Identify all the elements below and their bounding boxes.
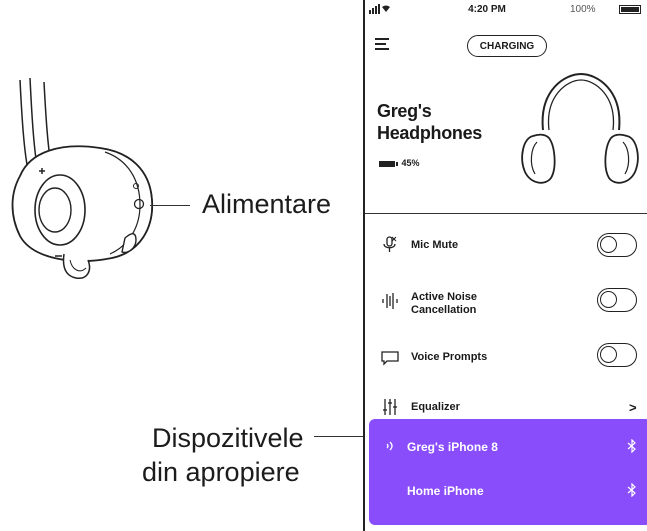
chevron-right-icon[interactable]: > [629, 400, 637, 415]
voice-prompts-toggle[interactable] [597, 343, 637, 367]
nearby-device-home-iphone[interactable]: Home iPhone [369, 479, 647, 509]
device-name-line2: Headphones [377, 123, 483, 143]
active-noise-cancellation-label-line2: Cancellation [411, 304, 477, 316]
menu-icon[interactable] [375, 38, 389, 50]
bluetooth-icon [627, 483, 636, 497]
nearby-callout-line [314, 436, 366, 437]
active-noise-cancellation-label-line1: Active Noise [411, 291, 478, 303]
speech-bubble-icon [381, 351, 399, 366]
charging-status-badge: CHARGING [467, 35, 547, 57]
noise-cancellation-icon [382, 293, 398, 309]
headset-illustration [11, 77, 154, 279]
device-battery: 45% [379, 158, 420, 168]
device-battery-icon [379, 160, 398, 167]
device-name: Greg's Headphones [377, 100, 537, 144]
equalizer-label: Equalizer [411, 401, 460, 413]
sound-wave-icon [386, 441, 393, 451]
active-noise-cancellation-label: Active Noise Cancellation [411, 291, 477, 317]
mic-mute-icon [383, 236, 397, 252]
nearby-callout-label-line2: din apropiere [142, 457, 300, 487]
headphones-image [521, 72, 639, 184]
settings-row-mic-mute[interactable]: Mic Mute [365, 226, 647, 266]
status-battery-percent: 100% [570, 4, 596, 15]
phone-screen: 4:20 PM 100% CHARGING Greg's Headphones … [363, 0, 647, 531]
device-battery-value: 45% [401, 158, 420, 168]
nearby-device-name: Greg's iPhone 8 [407, 440, 498, 454]
signal-wifi-icon [369, 4, 390, 14]
settings-row-voice-prompts[interactable]: Voice Prompts [365, 340, 647, 380]
equalizer-icon [383, 399, 397, 415]
section-divider [365, 213, 647, 214]
voice-prompts-label: Voice Prompts [411, 351, 488, 363]
nearby-callout-label-line1: Dispozitivele [152, 423, 304, 453]
power-callout-label: Alimentare [202, 189, 332, 219]
mic-mute-toggle[interactable] [597, 233, 637, 257]
status-time: 4:20 PM [468, 4, 506, 15]
status-bar: 4:20 PM 100% [365, 0, 647, 20]
power-callout-line [150, 205, 190, 206]
battery-icon [619, 5, 641, 14]
device-name-line1: Greg's [377, 101, 432, 121]
nearby-device-gregs-iphone-8[interactable]: Greg's iPhone 8 [369, 436, 647, 466]
nearby-device-name: Home iPhone [407, 484, 484, 498]
mic-mute-label: Mic Mute [411, 239, 459, 251]
bluetooth-icon [627, 439, 636, 453]
active-noise-cancellation-toggle[interactable] [597, 288, 637, 312]
nearby-devices-panel: Greg's iPhone 8 Home iPhone [369, 419, 647, 525]
settings-row-active-noise-cancellation[interactable]: Active Noise Cancellation [365, 285, 647, 325]
